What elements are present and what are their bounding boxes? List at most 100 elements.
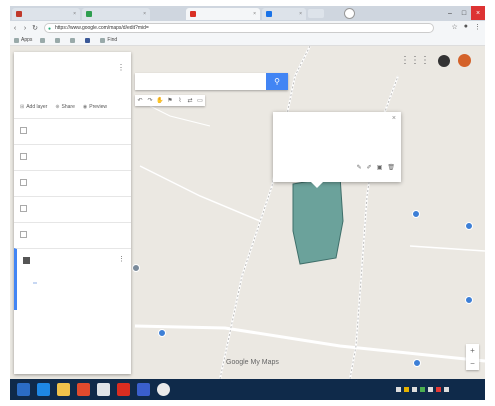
close-icon[interactable]: × [392, 115, 396, 122]
tab-favicon-2 [86, 11, 92, 17]
facebook-icon [85, 37, 91, 43]
bookmark-item[interactable] [85, 37, 92, 43]
browser-tab-4[interactable]: × [262, 8, 306, 20]
poi-pin[interactable] [465, 222, 473, 230]
edge-icon[interactable] [37, 383, 50, 396]
road [149, 105, 211, 127]
share-button[interactable]: ⊕ Share [55, 104, 75, 110]
bookmark-item[interactable]: Apps [14, 37, 32, 43]
undo-icon[interactable]: ↶ [135, 95, 145, 106]
layer-item[interactable] [14, 196, 131, 218]
tab-close-icon[interactable]: × [296, 11, 302, 17]
redo-icon[interactable]: ↷ [145, 95, 155, 106]
new-tab-button[interactable] [308, 9, 324, 18]
camera-icon[interactable]: ▣ [377, 164, 383, 171]
office-icon[interactable] [77, 383, 90, 396]
layer-checkbox[interactable] [20, 179, 27, 186]
layer-checkbox[interactable] [20, 153, 27, 160]
browser-profile-icon[interactable] [344, 8, 355, 19]
search-button[interactable]: ⚲ [266, 73, 288, 90]
action-label: Preview [89, 104, 108, 110]
more-options-icon[interactable]: ⋮ [117, 63, 125, 72]
layer-checkbox[interactable] [20, 231, 27, 238]
hand-icon[interactable]: ✋ [155, 95, 165, 106]
layer-options-icon[interactable]: ⋮ [118, 255, 125, 263]
account-area: ⋮⋮⋮ [400, 54, 471, 67]
bookmark-item[interactable] [40, 37, 47, 43]
add-layer-button[interactable]: ⊞ Add layer [20, 104, 47, 110]
map-layers-panel: ⋮ ⊞ Add layer ⊕ Share ◉ Preview ⋮ [14, 52, 131, 374]
poi-pin[interactable] [413, 359, 421, 367]
chrome-icon[interactable] [157, 383, 170, 396]
poi-pin[interactable] [158, 329, 166, 337]
tray-icon[interactable] [428, 387, 433, 392]
tab-close-icon[interactable]: × [70, 11, 76, 17]
browser-tab-2[interactable]: × [82, 8, 150, 20]
layer-feature-item[interactable] [33, 282, 37, 284]
app-icon[interactable] [97, 383, 110, 396]
start-icon[interactable] [17, 383, 30, 396]
drawn-polygon[interactable] [292, 175, 344, 265]
layer-checkbox[interactable] [23, 257, 30, 264]
opera-icon[interactable] [117, 383, 130, 396]
poi-pin[interactable] [412, 210, 420, 218]
browser-menu-icon[interactable]: ⋮ [474, 23, 481, 31]
poi-pin[interactable] [132, 264, 140, 272]
tray-icon[interactable] [412, 387, 417, 392]
windows-taskbar [10, 379, 485, 400]
bookmark-item[interactable] [55, 37, 62, 43]
edit-icon[interactable]: ✐ [367, 164, 372, 171]
route-icon[interactable]: ⇄ [185, 95, 195, 106]
draw-line-icon[interactable]: ⌇ [175, 95, 185, 106]
feature-info-window: × ✎ ✐ ▣ 🗑 [273, 112, 401, 188]
layer-item[interactable] [14, 144, 131, 166]
avatar[interactable] [458, 54, 471, 67]
bookmark-item[interactable] [70, 37, 77, 43]
app-icon[interactable] [137, 383, 150, 396]
browser-tab-1[interactable]: × [12, 8, 80, 20]
notifications-icon[interactable] [438, 54, 450, 67]
zoom-out-button[interactable]: − [466, 357, 479, 370]
window-controls: – □ × [443, 6, 485, 20]
tray-icon[interactable] [396, 387, 401, 392]
layer-item[interactable] [14, 118, 131, 140]
tray-icon[interactable] [436, 387, 441, 392]
star-icon[interactable]: ☆ [451, 23, 457, 31]
tab-close-icon[interactable]: × [250, 11, 256, 17]
toolbar-actions: ☆ ● ⋮ [451, 23, 481, 31]
reload-icon[interactable]: ↻ [30, 24, 40, 32]
folder-icon[interactable] [57, 383, 70, 396]
delete-icon[interactable]: 🗑 [387, 164, 395, 171]
poi-pin[interactable] [465, 296, 473, 304]
forward-icon[interactable]: › [20, 25, 30, 32]
back-icon[interactable]: ‹ [10, 25, 20, 32]
paint-icon[interactable]: ✎ [357, 164, 362, 171]
extension-icon[interactable]: ● [464, 23, 468, 31]
ruler-icon[interactable]: ▭ [195, 95, 205, 106]
address-bar[interactable]: ● https://www.google.com/maps/d/edit?mid… [44, 23, 434, 33]
maximize-icon[interactable]: □ [457, 6, 471, 20]
tray-icon[interactable] [420, 387, 425, 392]
layer-checkbox[interactable] [20, 205, 27, 212]
layer-item[interactable] [14, 170, 131, 192]
apps-grid-icon[interactable]: ⋮⋮⋮ [400, 55, 430, 66]
tray-icon[interactable] [404, 387, 409, 392]
search-input[interactable] [135, 73, 271, 88]
marker-icon[interactable]: ⚑ [165, 95, 175, 106]
road [134, 324, 485, 363]
close-icon[interactable]: × [471, 6, 485, 20]
bookmark-icon [40, 37, 46, 43]
layer-item-selected[interactable]: ⋮ [14, 248, 131, 310]
bookmark-icon [55, 37, 61, 43]
layer-checkbox[interactable] [20, 127, 27, 134]
tray-icon[interactable] [444, 387, 449, 392]
bookmark-item[interactable]: Find [100, 37, 117, 43]
zoom-in-button[interactable]: + [466, 344, 479, 357]
layer-item[interactable] [14, 222, 131, 244]
map-canvas[interactable]: ⋮ ⊞ Add layer ⊕ Share ◉ Preview ⋮ ⚲ ↶ ↷ … [10, 46, 485, 379]
tab-close-icon[interactable]: × [140, 11, 146, 17]
minimize-icon[interactable]: – [443, 6, 457, 20]
browser-tab-3[interactable]: × [186, 8, 260, 20]
preview-button[interactable]: ◉ Preview [83, 104, 107, 110]
bookmark-label: Apps [21, 37, 33, 43]
